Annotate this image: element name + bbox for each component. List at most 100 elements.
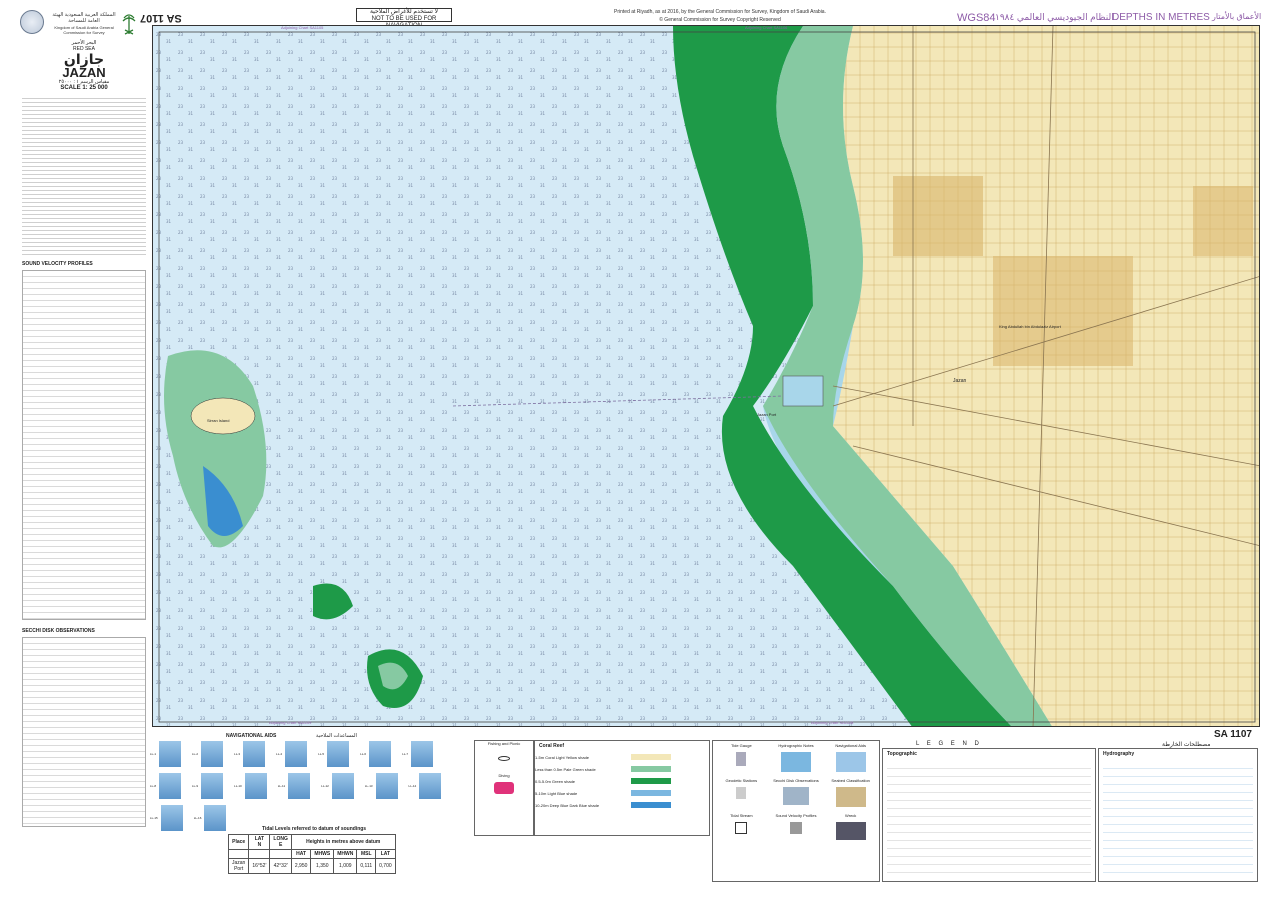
tidal-stream-cell: Tidal Stream — [715, 813, 768, 844]
topographic-entries — [887, 761, 1091, 877]
tidal-stream-icon — [735, 822, 748, 834]
island-label: Sirran Island — [207, 418, 230, 423]
fishing-box: Fishing and Picnic Diving — [474, 740, 534, 836]
buoy-photo: LL-3 — [234, 740, 267, 768]
city-label: Jazan — [953, 378, 967, 384]
datum-label: WGS84 — [957, 12, 996, 24]
buoy-label: LL-8 — [150, 784, 157, 788]
fishing-label: Fishing and Picnic — [487, 741, 521, 746]
chart-number: SA 1107 — [1214, 729, 1252, 740]
sound-velocity-table — [22, 270, 146, 620]
hydrography-entries — [1103, 761, 1253, 877]
place-name-ar: جازان — [63, 51, 105, 67]
coral-row-label: 0.5-5.0m Green shade — [535, 778, 576, 784]
wreck-cell: Wreck — [824, 813, 877, 844]
buoy-label: LL-11 — [277, 784, 286, 788]
tidal-heights-header: Heights in metres above datum — [290, 834, 396, 850]
tidal-cell: 0,111 — [356, 858, 377, 874]
depths-label: DEPTHS IN METRES — [1112, 12, 1210, 23]
coral-row: 5-10m Light Blue shade — [535, 787, 709, 799]
seabed-icon — [835, 787, 866, 807]
buoy-label: LL-2 — [192, 752, 199, 756]
buoy-photo: LL-5 — [318, 740, 351, 768]
buoy-label: LL-3 — [234, 752, 241, 756]
tidal-header: LAT — [375, 849, 396, 859]
buoy-photo: LL-6 — [360, 740, 393, 768]
tidal-levels-table: Place LAT N LONG E Heights in metres abo… — [227, 834, 396, 874]
buoy-photo: LL-13 — [365, 772, 399, 800]
buoy-photo: LL-15 — [150, 804, 184, 832]
airport-label: King Abdullah bin Abdulaziz Airport — [999, 324, 1061, 329]
tidal-cell: 1,009 — [333, 858, 358, 874]
header-logo-text-ar: المملكة العربية السعودية الهيئة العامة ل… — [52, 12, 116, 24]
map-svg: 23 31 — [153, 26, 1259, 726]
buoy-photo: LL-10 — [234, 772, 268, 800]
sound-velocity-label: Sound Velocity Profiles — [775, 813, 817, 818]
coral-row-label: 1-5m Coral Light Yellow shade — [535, 754, 590, 760]
place-name-en: JAZAN — [62, 65, 106, 80]
buoy-label: LL-6 — [360, 752, 367, 756]
buoy-label: LL-12 — [321, 784, 329, 788]
airport-zone — [993, 256, 1133, 366]
buoy-photo: LL-2 — [192, 740, 225, 768]
coral-row-label: 10-20m Deep Blue Dark Blue shade — [535, 802, 600, 808]
buoy-label: LL-10 — [234, 784, 242, 788]
buoy-photo: LL-14 — [409, 772, 443, 800]
nav-aids-label: Navigational Aids — [835, 743, 866, 748]
seabed-cell: Seabed Classification — [824, 778, 877, 811]
seabed-label: Seabed Classification — [831, 778, 870, 783]
chart-number-rotated: SA 1107 — [140, 12, 182, 24]
coral-swatch — [631, 766, 671, 772]
sound-velocity-heading: SOUND VELOCITY PROFILES — [22, 261, 93, 267]
tidal-stream-label: Tidal Stream — [730, 813, 753, 818]
buoy-label: LL-7 — [402, 752, 409, 756]
tide-gauge-cell: Tide Gauge — [715, 743, 768, 776]
buoy-photo: LL-16 — [194, 804, 228, 832]
buoy-label: LL-9 — [192, 784, 199, 788]
tidal-cell: 16°52' — [248, 858, 271, 874]
diver-icon — [494, 782, 514, 794]
buoy-photo: LL-4 — [276, 740, 309, 768]
buoy-photo: LL-7 — [402, 740, 435, 768]
buoy-label: LL-5 — [318, 752, 325, 756]
scale-en: SCALE 1: 25 000 — [60, 85, 108, 91]
coral-reef-legend: Coral Reef 1-5m Coral Light Yellow shade… — [534, 740, 710, 836]
sound-velocity-icon — [789, 822, 802, 834]
geodetic-label: Geodetic Stations — [725, 778, 758, 783]
tidal-header: LONG E — [269, 834, 292, 850]
sirran-island — [190, 397, 256, 435]
wreck-label: Wreck — [845, 813, 857, 818]
buoy-label: LL-14 — [408, 784, 417, 788]
tidal-title: Tidal Levels referred to datum of soundi… — [262, 826, 367, 832]
buoy-label: LL-4 — [276, 752, 283, 756]
tidal-header: MHWS — [310, 849, 335, 859]
coral-row: Less than 0.5m Pale Green shade — [535, 763, 709, 775]
secchi-cell: Secchi Disk Observations — [770, 778, 823, 811]
printed-note: Printed at Riyadh, as at 2016, by the Ge… — [614, 9, 826, 15]
tidal-header: Place — [227, 834, 250, 850]
navigation-warning: لا تستخدم للأغراض الملاحية NOT TO BE USE… — [356, 8, 452, 29]
nautical-map[interactable]: 23 31 — [152, 25, 1260, 727]
coral-row: 10-20m Deep Blue Dark Blue shade — [535, 799, 709, 811]
nav-aids-icon — [835, 752, 866, 772]
nav-aids-heading: NAVIGATIONAL AIDS — [226, 733, 277, 739]
buoy-label: LL-13 — [364, 784, 373, 788]
tidal-cell: 42°32' — [269, 858, 292, 874]
buoy-label: LL-16 — [193, 816, 202, 820]
buoy-photo: LL-8 — [150, 772, 183, 800]
adjoining-label-bottom-left: Adjoining Chart SA1109 — [269, 720, 312, 725]
secchi-heading: SECCHI DISK OBSERVATIONS — [22, 628, 95, 634]
datum-label-ar: النظام الجيوديسي العالمي ١٩٨٤ — [995, 12, 1114, 22]
tidal-header: HAT — [290, 849, 312, 859]
buoy-photo: LL-9 — [192, 772, 225, 800]
legend-title-ar: مصطلحات الخارطة — [1162, 742, 1211, 748]
buoy-photo: LL-1 — [150, 740, 183, 768]
coral-reef-title: Coral Reef — [539, 743, 565, 749]
adjoining-label-top-right: Adjoining Chart SA1106 — [745, 25, 788, 30]
fish-icon — [498, 756, 510, 761]
city-block — [1193, 186, 1253, 256]
copyright-note: © General Commission for Survey Copyrigh… — [659, 17, 781, 23]
port-basin — [782, 375, 824, 407]
sound-velocity-cell: Sound Velocity Profiles — [770, 813, 823, 844]
tide-gauge-label: Tide Gauge — [730, 743, 752, 748]
